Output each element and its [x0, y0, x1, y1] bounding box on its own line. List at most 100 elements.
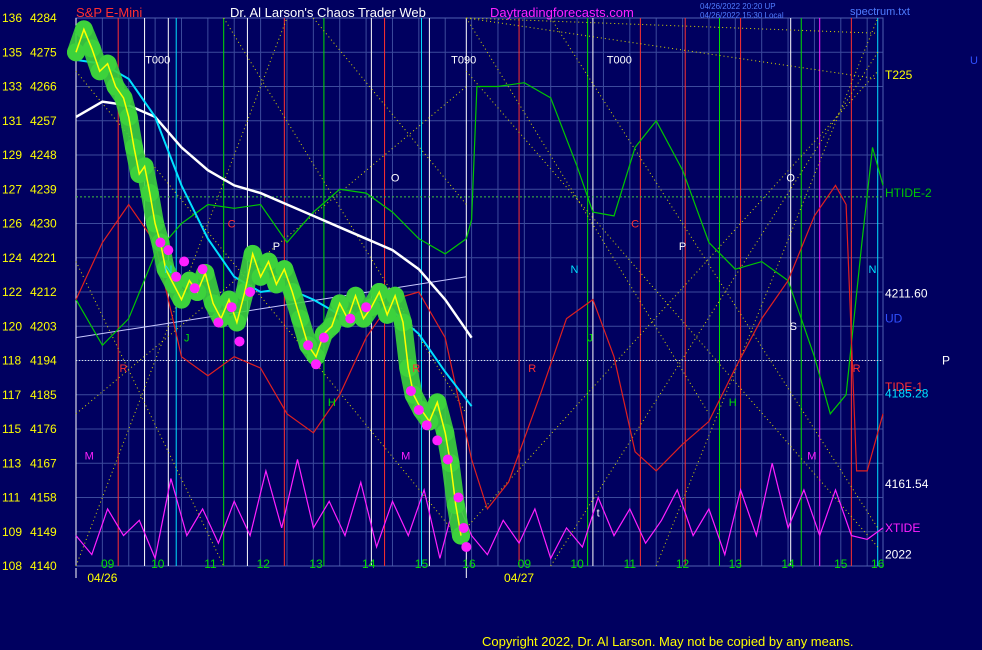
event-label: M [85, 450, 94, 462]
event-label: P [273, 241, 280, 253]
y-index-label: 133 [2, 80, 22, 94]
event-label: O [391, 173, 400, 185]
chart-background [0, 0, 982, 650]
price-marker [213, 317, 224, 328]
event-label: O [786, 173, 795, 185]
y-index-label: 113 [2, 456, 21, 470]
y-index-label: 120 [2, 319, 22, 333]
right-label: XTIDE [885, 521, 920, 535]
y-index-label: 115 [2, 422, 21, 436]
x-tick-label: 11 [624, 557, 637, 571]
price-marker [458, 522, 469, 533]
x-tick-label: 14 [362, 557, 376, 571]
price-marker [461, 541, 472, 552]
site-link[interactable]: Daytradingforecasts.com [490, 5, 634, 20]
x-tick-label: 11 [204, 557, 217, 571]
right-label: T225 [885, 68, 913, 82]
y-price-label: 4149 [30, 525, 57, 539]
event-label: R [528, 363, 536, 375]
right-label: 4211.60 [885, 287, 928, 301]
event-label: T000 [607, 55, 632, 67]
price-marker [310, 359, 321, 370]
right-label: HTIDE-2 [885, 186, 932, 200]
price-marker [453, 492, 464, 503]
y-index-label: 131 [2, 114, 22, 128]
y-price-label: 4212 [30, 285, 57, 299]
x-tick-label: 09 [101, 557, 115, 571]
price-marker [442, 454, 453, 465]
price-marker [345, 313, 356, 324]
price-marker [234, 336, 245, 347]
price-marker [179, 256, 190, 267]
event-label: P [679, 241, 686, 253]
spectrum-label: spectrum.txt [850, 6, 910, 18]
x-tick-label: 12 [257, 557, 271, 571]
event-label: M [807, 450, 816, 462]
y-price-label: 4167 [30, 456, 57, 470]
y-index-label: 136 [2, 11, 22, 25]
price-marker [226, 302, 237, 313]
event-label: t [597, 508, 600, 520]
date-label: 04/26 [87, 571, 117, 585]
instrument-title: S&P E-Mini [76, 5, 142, 20]
y-index-label: 108 [2, 559, 22, 573]
right-label: UD [885, 312, 903, 326]
x-tick-label: 12 [676, 557, 690, 571]
right-label: P [942, 354, 950, 368]
x-tick-label: 13 [729, 557, 743, 571]
y-index-label: 124 [2, 251, 22, 265]
event-label: C [631, 218, 639, 230]
event-label: R [412, 363, 420, 375]
price-marker [197, 264, 208, 275]
price-marker [303, 340, 314, 351]
event-label: N [868, 264, 876, 276]
price-marker [405, 385, 416, 396]
right-label: 4161.54 [885, 477, 929, 491]
event-label: N [570, 264, 578, 276]
price-marker [163, 245, 174, 256]
x-tick-label: 14 [781, 557, 795, 571]
y-index-label: 109 [2, 525, 22, 539]
y-price-label: 4194 [30, 354, 57, 368]
right-label: 2022 [885, 548, 912, 562]
x-tick-label: 16 [871, 557, 885, 571]
x-tick-label: 16 [462, 557, 476, 571]
chaos-trader-chart: 136 4284 135 4275 133 4266 131 4257 129 4248 127 42… [0, 0, 982, 650]
y-price-label: 4140 [30, 559, 57, 573]
event-label: J [184, 332, 190, 344]
x-tick-label: 13 [309, 557, 323, 571]
price-marker [318, 332, 329, 343]
event-label: N [164, 264, 172, 276]
y-index-label: 127 [2, 182, 22, 196]
price-marker [171, 271, 182, 282]
timestamp-line-2: 04/26/2022 15:30 Local [700, 11, 784, 20]
chart-title: Dr. Al Larson's Chaos Trader Web [230, 5, 426, 20]
y-price-label: 4248 [30, 148, 57, 162]
x-tick-label: 10 [570, 557, 584, 571]
event-label: H [328, 397, 336, 409]
y-price-label: 4230 [30, 217, 57, 231]
chart-container: 136 4284 135 4275 133 4266 131 4257 129 4248 127 42… [0, 0, 982, 650]
event-label: R [853, 363, 861, 375]
event-label: T090 [451, 55, 476, 67]
y-index-label: 122 [2, 285, 22, 299]
event-label: H [729, 397, 737, 409]
y-price-label: 4266 [30, 80, 57, 94]
y-price-label: 4158 [30, 491, 57, 505]
y-price-label: 4176 [30, 422, 57, 436]
x-tick-label: 15 [834, 557, 848, 571]
copyright-notice: Copyright 2022, Dr. Al Larson. May not b… [482, 634, 854, 649]
edge-label: U [970, 55, 978, 67]
price-marker [155, 237, 166, 248]
event-label: T000 [145, 55, 170, 67]
price-marker [413, 404, 424, 415]
event-label: M [401, 450, 410, 462]
y-index-label: 111 [2, 491, 21, 505]
x-tick-label: 15 [415, 557, 429, 571]
right-label: 4185.28 [885, 387, 929, 401]
y-index-label: 118 [2, 354, 21, 368]
y-index-label: 117 [2, 388, 21, 402]
y-price-label: 4239 [30, 182, 57, 196]
event-label: S [790, 321, 797, 333]
x-tick-label: 09 [518, 557, 532, 571]
